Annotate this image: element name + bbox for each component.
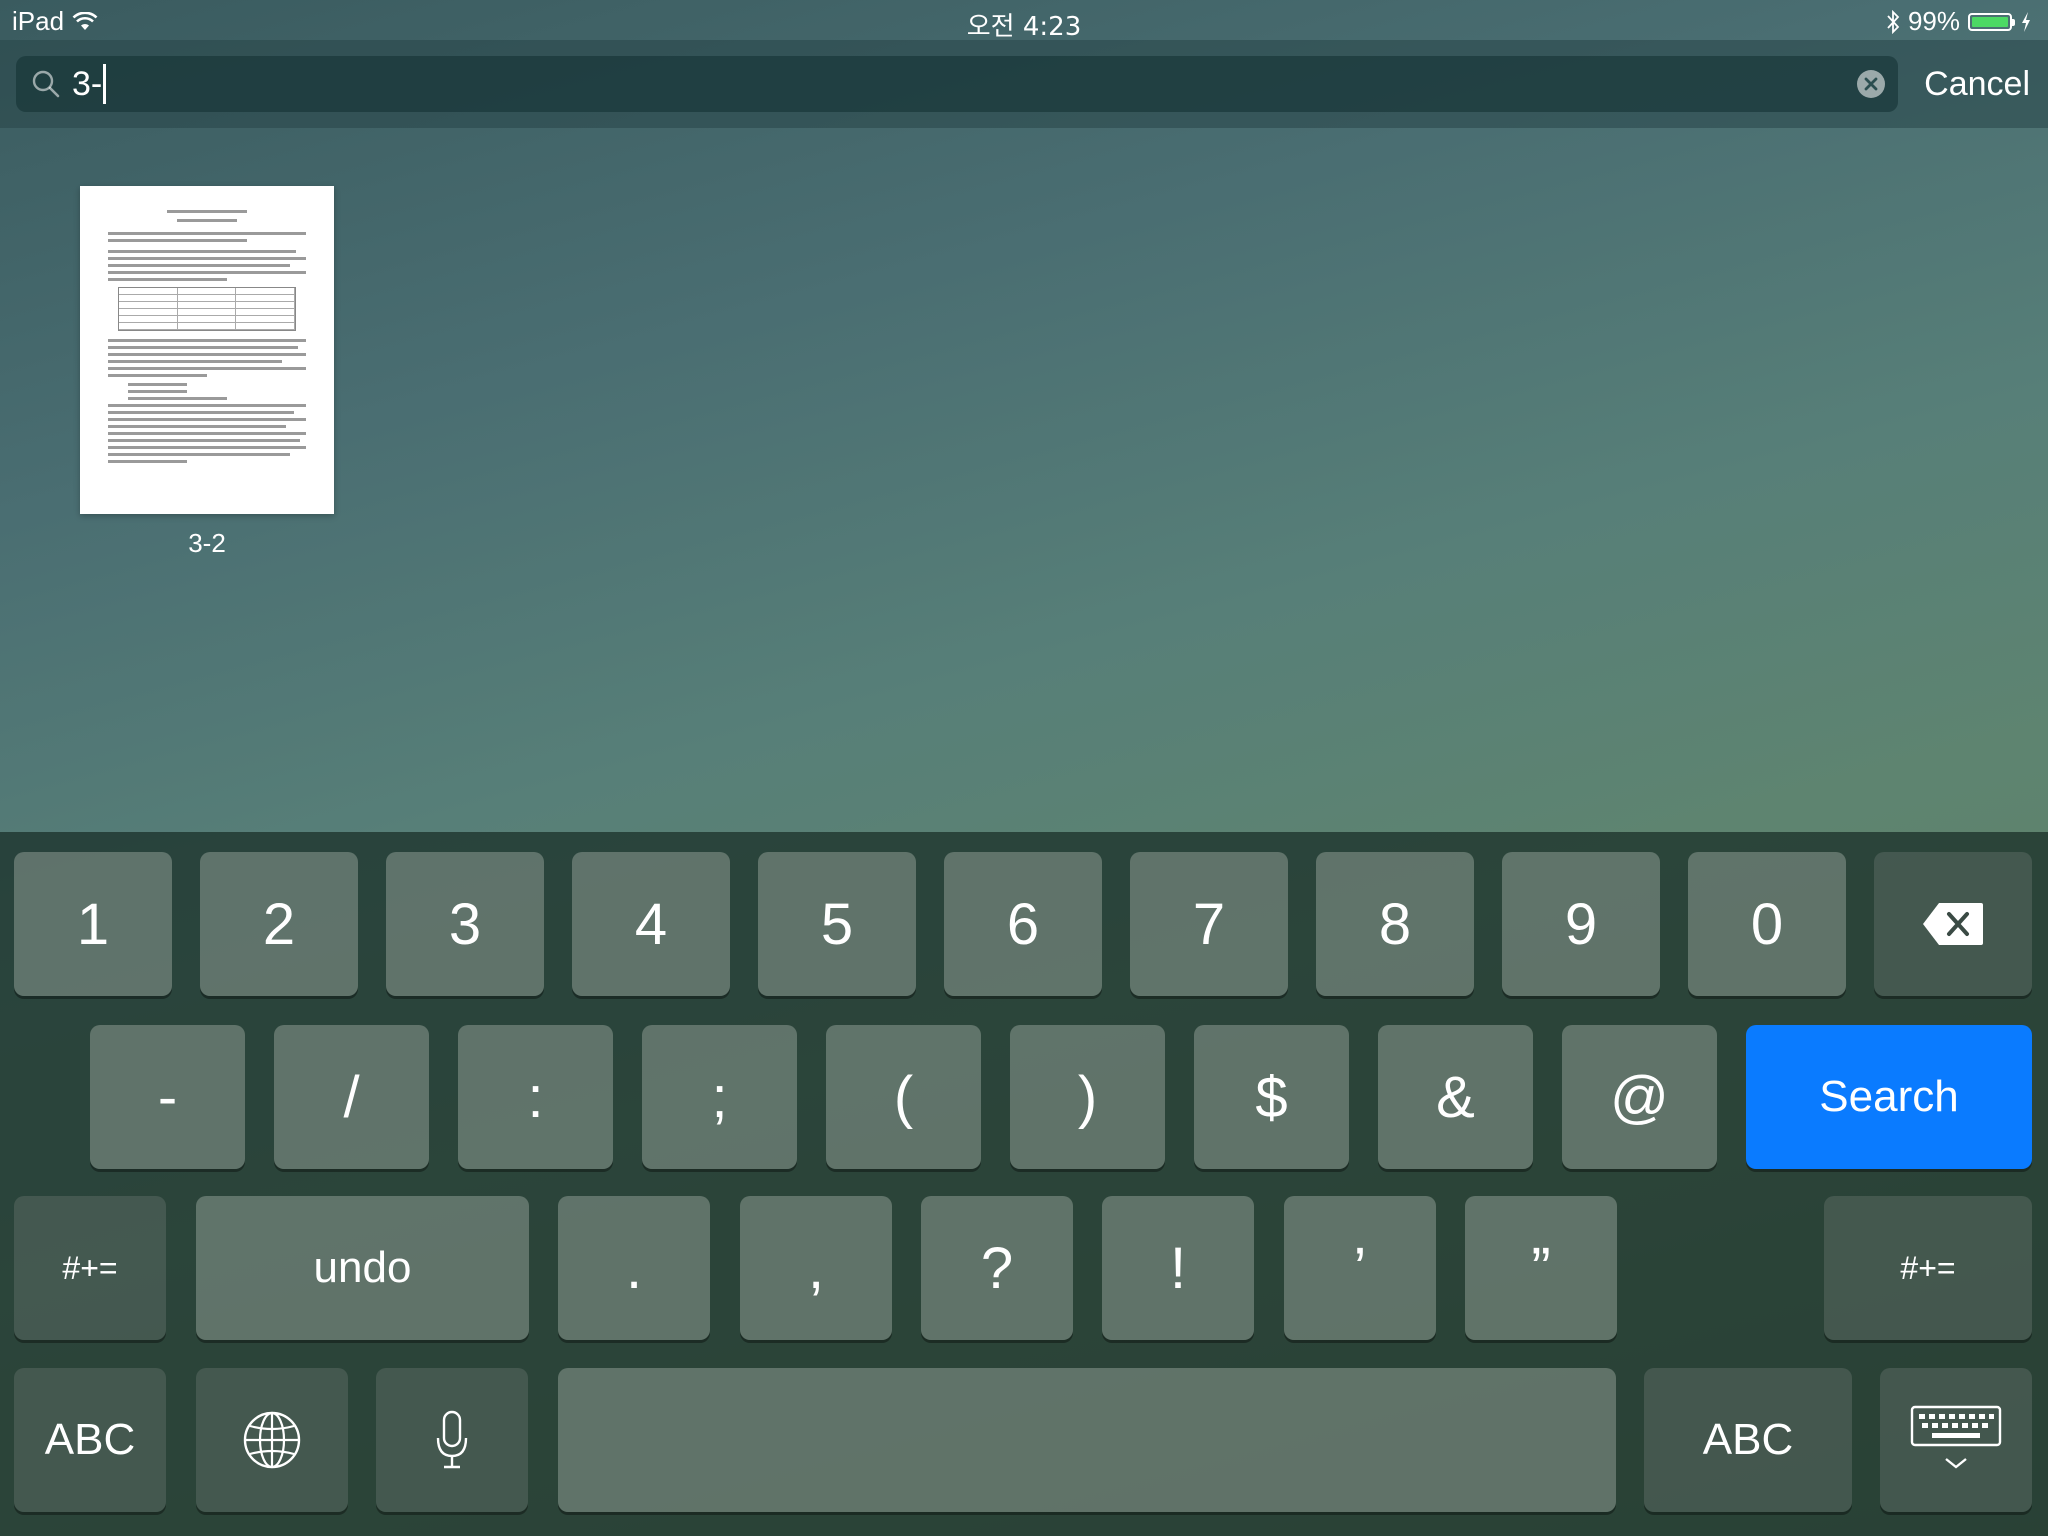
undo-key[interactable]: undo	[196, 1196, 529, 1340]
status-right: 99%	[1886, 6, 2032, 37]
dictation-key[interactable]	[376, 1368, 528, 1512]
status-time: 오전 4:23	[966, 12, 1082, 42]
space-key[interactable]	[558, 1368, 1616, 1512]
key-2[interactable]: 2	[200, 852, 358, 996]
result-label: 3-2	[188, 528, 226, 558]
result-item[interactable]: 3-2	[80, 186, 334, 559]
key-question[interactable]: ?	[921, 1196, 1073, 1340]
key-9[interactable]: 9	[1502, 852, 1660, 996]
globe-key[interactable]	[196, 1368, 348, 1512]
key-7[interactable]: 7	[1130, 852, 1288, 996]
document-table-preview	[118, 287, 296, 331]
battery-icon	[1968, 12, 2015, 31]
search-header: 3- Cancel	[0, 40, 2048, 128]
bluetooth-icon	[1887, 9, 1900, 34]
key-1[interactable]: 1	[14, 852, 172, 996]
keyboard-hide-icon	[1910, 1405, 2002, 1469]
key-quote[interactable]: ”	[1465, 1196, 1617, 1340]
search-input[interactable]: 3-	[72, 56, 107, 112]
symbols-key-right[interactable]: #+=	[1824, 1196, 2032, 1340]
key-colon[interactable]: :	[458, 1025, 613, 1169]
key-slash[interactable]: /	[274, 1025, 429, 1169]
key-open-paren[interactable]: (	[826, 1025, 981, 1169]
key-at[interactable]: @	[1562, 1025, 1717, 1169]
document-thumbnail[interactable]	[80, 186, 334, 514]
backspace-icon	[1923, 903, 1983, 945]
search-icon	[32, 70, 60, 98]
key-ampersand[interactable]: &	[1378, 1025, 1533, 1169]
abc-key-left[interactable]: ABC	[14, 1368, 166, 1512]
key-8[interactable]: 8	[1316, 852, 1474, 996]
key-3[interactable]: 3	[386, 852, 544, 996]
key-0[interactable]: 0	[1688, 852, 1846, 996]
search-field[interactable]: 3-	[16, 56, 1898, 112]
backspace-key[interactable]	[1874, 852, 2032, 996]
hide-keyboard-key[interactable]	[1880, 1368, 2032, 1512]
globe-icon	[243, 1411, 301, 1469]
text-caret	[103, 64, 107, 104]
key-comma[interactable]: ,	[740, 1196, 892, 1340]
key-exclamation[interactable]: !	[1102, 1196, 1254, 1340]
key-hyphen[interactable]: -	[90, 1025, 245, 1169]
status-bar: iPad 오전 4:23 99%	[0, 0, 2048, 42]
microphone-icon	[436, 1410, 468, 1469]
abc-key-right[interactable]: ABC	[1644, 1368, 1852, 1512]
symbols-key-left[interactable]: #+=	[14, 1196, 166, 1340]
charging-icon	[2022, 11, 2030, 32]
cancel-button[interactable]: Cancel	[1924, 60, 2030, 108]
key-4[interactable]: 4	[572, 852, 730, 996]
key-5[interactable]: 5	[758, 852, 916, 996]
key-dollar[interactable]: $	[1194, 1025, 1349, 1169]
key-period[interactable]: .	[558, 1196, 710, 1340]
battery-fill	[1972, 16, 2008, 27]
clear-icon[interactable]	[1856, 69, 1886, 99]
keyboard: 1 2 3 4 5 6 7 8 9 0 - / : ; ( ) $ & @ Se…	[0, 832, 2048, 1536]
key-close-paren[interactable]: )	[1010, 1025, 1165, 1169]
battery-percent: 99%	[1907, 6, 1960, 36]
key-semicolon[interactable]: ;	[642, 1025, 797, 1169]
key-apostrophe[interactable]: ’	[1284, 1196, 1436, 1340]
key-6[interactable]: 6	[944, 852, 1102, 996]
search-query: 3-	[72, 65, 103, 103]
search-key[interactable]: Search	[1746, 1025, 2032, 1169]
